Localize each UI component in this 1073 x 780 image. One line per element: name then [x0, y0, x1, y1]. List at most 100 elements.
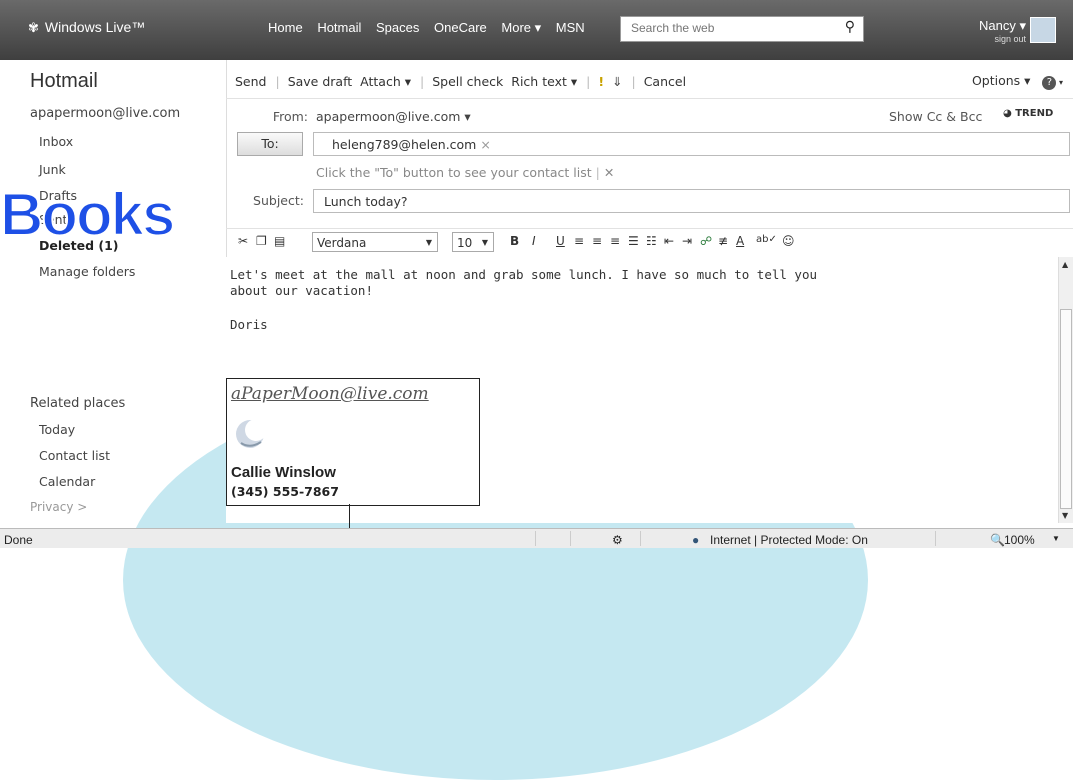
toolbar-divider: | [275, 74, 280, 89]
signature-name: Callie Winslow [231, 464, 336, 481]
zoom-level[interactable]: 100% [1004, 533, 1035, 547]
copy-icon[interactable]: ❐ [256, 234, 267, 248]
zoom-dropdown-icon[interactable]: ▼ [1052, 534, 1060, 543]
nav-spaces[interactable]: Spaces [376, 20, 419, 35]
avatar[interactable] [1030, 17, 1056, 43]
nav-onecare[interactable]: OneCare [434, 20, 487, 35]
moon-icon [236, 419, 267, 448]
low-importance-icon[interactable]: ⇓ [612, 74, 622, 89]
font-size-select[interactable]: 10 ▼ [452, 232, 494, 252]
send-button[interactable]: Send [235, 74, 266, 89]
help-dropdown-icon[interactable]: ▾ [1056, 78, 1063, 87]
to-field[interactable]: heleng789@helen.com × [313, 132, 1070, 156]
folder-junk[interactable]: Junk [39, 162, 66, 177]
spell-check-button[interactable]: Spell check [432, 74, 503, 89]
spell-check-format-icon[interactable]: ab✓ [756, 234, 777, 245]
formatting-toolbar: ✂ ❐ ▤ Verdana ▼ 10 ▼ B I U ≡ ≡ ≡ ☰ ☷ ⇤ ⇥ ☍… [226, 228, 1073, 258]
bulleted-list-icon[interactable]: ☷ [646, 234, 657, 248]
security-zone[interactable]: Internet | Protected Mode: On [710, 533, 868, 547]
signature-phone: (345) 555-7867 [231, 484, 339, 499]
nav-msn[interactable]: MSN [556, 20, 585, 35]
books-overlay-text: Books [0, 181, 176, 248]
scrollbar-thumb[interactable] [1060, 309, 1072, 509]
status-divider [570, 531, 571, 546]
highlight-icon[interactable]: ≢ [718, 234, 728, 248]
related-contact-list[interactable]: Contact list [39, 448, 110, 463]
to-button[interactable]: To: [237, 132, 303, 156]
font-size-value: 10 [457, 236, 473, 250]
trend-label: TREND [1015, 108, 1054, 119]
show-cc-bcc-link[interactable]: Show Cc & Bcc [889, 109, 982, 124]
save-draft-button[interactable]: Save draft [288, 74, 352, 89]
signature-email: aPaperMoon@live.com [231, 384, 429, 404]
high-importance-icon[interactable]: ! [598, 74, 604, 89]
paste-icon[interactable]: ▤ [274, 234, 285, 248]
cancel-button[interactable]: Cancel [644, 74, 686, 89]
align-left-icon[interactable]: ≡ [574, 234, 584, 248]
decrease-indent-icon[interactable]: ⇤ [664, 234, 674, 248]
to-hint-text: Click the "To" button to see your contac… [316, 165, 592, 180]
windows-live-brand[interactable]: ✾ Windows Live™ [28, 19, 145, 36]
compose-toolbar: Send | Save draft Attach ▾ | Spell check R… [226, 60, 1073, 99]
help-icon[interactable]: ? [1042, 76, 1057, 90]
numbered-list-icon[interactable]: ☰ [628, 234, 639, 248]
increase-indent-icon[interactable]: ⇥ [682, 234, 692, 248]
subject-input[interactable] [322, 193, 1026, 210]
message-line-3: Doris [230, 317, 268, 332]
chevron-down-icon: ▼ [481, 238, 488, 247]
sidebar: Hotmail apapermoon@live.com Inbox Junk D… [0, 60, 227, 528]
insert-link-icon[interactable]: ☍ [700, 234, 712, 248]
trend-logo-icon: ◕ [1003, 108, 1012, 119]
status-text: Done [4, 533, 33, 547]
related-today[interactable]: Today [39, 422, 75, 437]
zoom-icon: 🔍 [990, 533, 1005, 547]
remove-recipient-icon[interactable]: × [480, 137, 490, 152]
scroll-up-icon[interactable]: ▲ [1062, 260, 1068, 269]
italic-icon[interactable]: I [532, 234, 536, 248]
sign-out-link[interactable]: sign out [968, 34, 1026, 44]
privacy-report-icon[interactable]: ⚙ [612, 533, 623, 547]
internet-zone-icon: ● [692, 533, 700, 547]
align-center-icon[interactable]: ≡ [592, 234, 602, 248]
dismiss-hint-icon[interactable]: ✕ [604, 165, 614, 180]
font-family-value: Verdana [317, 236, 367, 250]
message-scrollbar[interactable]: ▲ ▼ [1058, 257, 1073, 523]
user-name[interactable]: Nancy ▾ [968, 18, 1026, 34]
status-divider [935, 531, 936, 546]
subject-field [313, 189, 1070, 213]
nav-home[interactable]: Home [268, 20, 303, 35]
from-select[interactable]: apapermoon@live.com ▾ [316, 109, 471, 124]
search-input[interactable] [629, 20, 833, 36]
manage-folders-link[interactable]: Manage folders [39, 264, 135, 279]
message-line-2: about our vacation! [230, 283, 373, 298]
search-box: ⚲ [620, 16, 864, 42]
toolbar-divider: | [586, 74, 591, 89]
signature-block: aPaperMoon@live.com Callie Winslow (345)… [226, 378, 480, 506]
rich-text-button[interactable]: Rich text ▾ [511, 74, 577, 89]
brand-label: Windows Live™ [44, 19, 146, 35]
nav-hotmail[interactable]: Hotmail [317, 20, 361, 35]
font-family-select[interactable]: Verdana ▼ [312, 232, 438, 252]
folder-inbox[interactable]: Inbox [39, 134, 73, 149]
privacy-link[interactable]: Privacy > [30, 500, 87, 514]
subject-label: Subject: [253, 193, 304, 208]
underline-icon[interactable]: U [556, 234, 565, 248]
bold-icon[interactable]: B [510, 234, 519, 248]
account-name[interactable]: apapermoon@live.com [30, 106, 180, 121]
scroll-down-icon[interactable]: ▼ [1062, 511, 1068, 520]
status-divider [535, 531, 536, 546]
options-menu[interactable]: Options ▾ [972, 73, 1030, 88]
from-label: From: [272, 109, 308, 124]
user-menu[interactable]: Nancy ▾ sign out [968, 18, 1026, 44]
attach-button[interactable]: Attach ▾ [360, 74, 411, 89]
emoticon-icon[interactable]: ☺ [782, 234, 795, 248]
status-bar: Done ⚙ ● Internet | Protected Mode: On 🔍… [0, 528, 1073, 548]
search-icon[interactable]: ⚲ [845, 19, 855, 35]
related-calendar[interactable]: Calendar [39, 474, 95, 489]
align-right-icon[interactable]: ≡ [610, 234, 620, 248]
cut-icon[interactable]: ✂ [238, 234, 248, 248]
font-color-icon[interactable]: A [736, 234, 744, 248]
nav-more[interactable]: More ▾ [501, 20, 541, 35]
recipient-chip[interactable]: heleng789@helen.com × [332, 137, 491, 152]
status-divider [640, 531, 641, 546]
